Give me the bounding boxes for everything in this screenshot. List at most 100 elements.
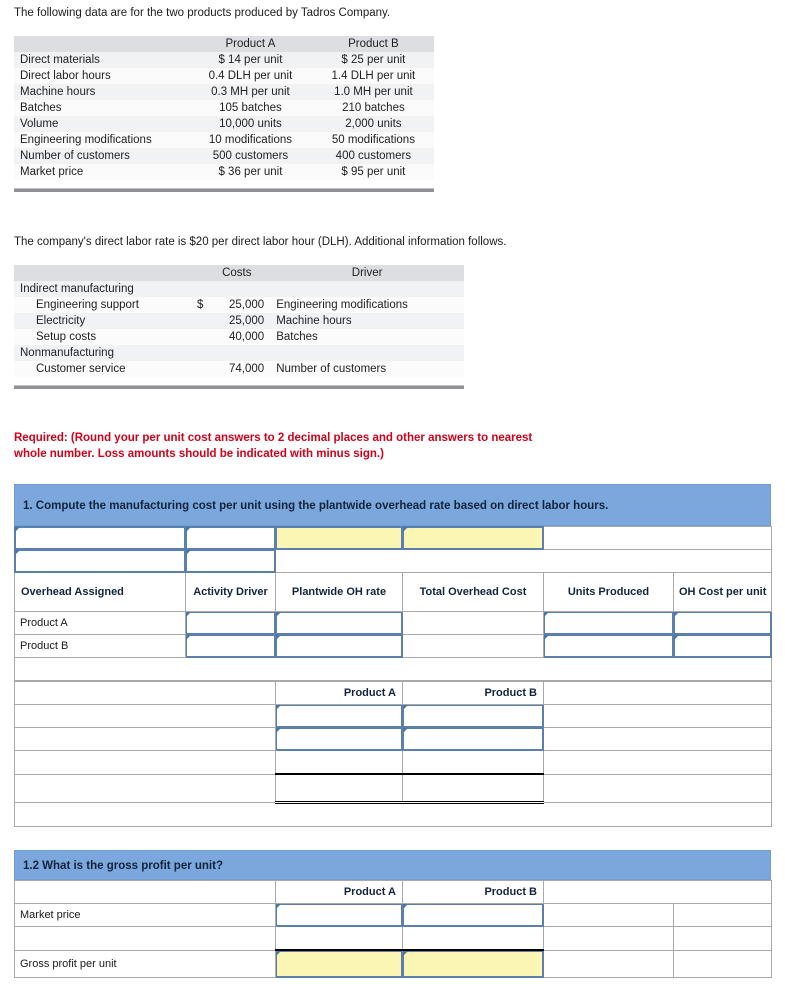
col-units-produced: Units Produced xyxy=(543,572,674,612)
cell-cost: 74,000 xyxy=(203,361,269,377)
dropdown-marker-icon xyxy=(276,612,281,617)
cell-cost-b-3[interactable] xyxy=(402,750,544,775)
col-overhead-assigned: Overhead Assigned xyxy=(14,572,186,612)
dropdown-marker-icon xyxy=(186,527,191,532)
input-gross-profit-a[interactable] xyxy=(275,949,403,978)
cell-product-a: 105 batches xyxy=(188,100,313,116)
table-row: Engineering support $25,000 Engineering mo… xyxy=(14,297,464,313)
input-b-plantwide-rate[interactable] xyxy=(275,634,403,658)
cell-b-total-overhead[interactable] xyxy=(402,634,544,658)
col-product-b: Product B xyxy=(312,36,434,52)
input-oh-label-cell[interactable] xyxy=(14,526,186,550)
input-b-activity-driver[interactable] xyxy=(185,634,276,658)
spacer-cell xyxy=(14,657,772,681)
cell-cost-label-1[interactable] xyxy=(14,704,276,728)
dropdown-marker-icon xyxy=(15,550,20,555)
col-cost-product-a: Product A xyxy=(275,681,403,705)
row-label: Direct materials xyxy=(14,52,189,68)
dropdown-marker-icon xyxy=(276,705,281,710)
cell-product-a: 10 modifications xyxy=(188,132,313,148)
worksheet-page: The following data are for the two produ… xyxy=(0,0,785,984)
input-a-activity-driver[interactable] xyxy=(185,611,276,635)
spacer-cell xyxy=(275,549,772,573)
row-label: Engineering support xyxy=(14,297,185,313)
spacer-cell xyxy=(543,773,772,803)
dropdown-marker-icon xyxy=(276,728,281,733)
dropdown-marker-icon xyxy=(186,612,191,617)
required-note: Required: (Round your per unit cost answ… xyxy=(14,430,532,462)
input-market-price-b[interactable] xyxy=(402,903,544,927)
cell-a-total-overhead[interactable] xyxy=(402,611,544,635)
row-label: Batches xyxy=(14,100,189,116)
cell-product-b: 210 batches xyxy=(312,100,434,116)
cell-currency xyxy=(184,345,204,361)
input-cost-a-1[interactable] xyxy=(275,704,403,728)
cell-cost-a-3[interactable] xyxy=(275,750,403,775)
input-a-units-produced[interactable] xyxy=(543,611,674,635)
table-row: Machine hours 0.3 MH per unit 1.0 MH per u… xyxy=(14,84,434,100)
cell-gp-b-2[interactable] xyxy=(402,926,544,951)
spacer-cell xyxy=(543,704,772,728)
cell-driver: Engineering modifications xyxy=(268,297,464,313)
table-row: Product A xyxy=(14,611,772,635)
col-gp-blank xyxy=(14,880,276,904)
row-label: Indirect manufacturing xyxy=(14,281,185,297)
col-cost-product-b: Product B xyxy=(402,681,544,705)
table-row: Batches 105 batches 210 batches xyxy=(14,100,434,116)
total-row xyxy=(14,773,772,804)
cell-currency xyxy=(184,361,204,377)
input-cost-b-2[interactable] xyxy=(402,727,544,751)
cell-cost-total-label[interactable] xyxy=(14,773,276,803)
col-total-overhead-cost: Total Overhead Cost xyxy=(402,572,544,612)
table-row: Customer service 74,000 Number of customer… xyxy=(14,361,464,377)
input-cost-total-b[interactable] xyxy=(402,773,544,804)
input-b-oh-cost-per-unit[interactable] xyxy=(673,634,772,658)
table-row: Direct materials $ 14 per unit $ 25 per un… xyxy=(14,52,434,68)
cell-cost-label-2[interactable] xyxy=(14,727,276,751)
spacer-row xyxy=(14,802,772,827)
input-b-units-produced[interactable] xyxy=(543,634,674,658)
input-oh-value-cell-1[interactable] xyxy=(275,526,403,550)
dropdown-marker-icon xyxy=(403,527,408,532)
row-label: Electricity xyxy=(14,313,185,329)
row-label-product-a: Product A xyxy=(14,611,186,635)
cell-cost-label-3[interactable] xyxy=(14,750,276,775)
table-row: Electricity 25,000 Machine hours xyxy=(14,313,464,329)
input-a-oh-cost-per-unit[interactable] xyxy=(673,611,772,635)
input-cost-a-2[interactable] xyxy=(275,727,403,751)
cell-gp-trailing-5 xyxy=(543,949,674,978)
dropdown-marker-icon xyxy=(674,635,679,640)
dropdown-marker-icon xyxy=(276,635,281,640)
spacer-cell xyxy=(543,727,772,751)
col-currency xyxy=(184,265,204,281)
input-oh-value-cell-2[interactable] xyxy=(402,526,544,550)
table-row xyxy=(14,727,772,751)
col-blank xyxy=(14,36,189,52)
col-driver: Driver xyxy=(268,265,464,281)
table-row xyxy=(14,750,772,775)
input-market-price-a[interactable] xyxy=(275,903,403,927)
input-cost-total-a[interactable] xyxy=(275,773,403,804)
input-oh-driver-cell[interactable] xyxy=(185,526,276,550)
table-row: Volume 10,000 units 2,000 units xyxy=(14,116,434,132)
cell-gp-trailing-6 xyxy=(673,949,772,978)
dropdown-marker-icon xyxy=(403,728,408,733)
input-a-plantwide-rate[interactable] xyxy=(275,611,403,635)
dropdown-marker-icon xyxy=(186,550,191,555)
cell-currency xyxy=(184,313,204,329)
table-row: Setup costs 40,000 Batches xyxy=(14,329,464,345)
input-gross-profit-b[interactable] xyxy=(402,949,544,978)
cost-header-row: Product A Product B xyxy=(14,681,772,705)
dropdown-marker-icon xyxy=(276,951,281,956)
intro-text-1: The following data are for the two produ… xyxy=(14,7,391,19)
row-label-blank[interactable] xyxy=(14,926,276,951)
spacer-cell xyxy=(14,802,772,827)
row-label: Nonmanufacturing xyxy=(14,345,185,361)
cell-gp-a-2[interactable] xyxy=(275,926,403,951)
input-cost-b-1[interactable] xyxy=(402,704,544,728)
cost-table-bottom-rule xyxy=(14,385,464,389)
cell-gp-trailing-2 xyxy=(673,903,772,927)
input-rate-label-cell[interactable] xyxy=(14,549,186,573)
input-rate-driver-cell[interactable] xyxy=(185,549,276,573)
total-row: Gross profit per unit xyxy=(14,949,772,978)
